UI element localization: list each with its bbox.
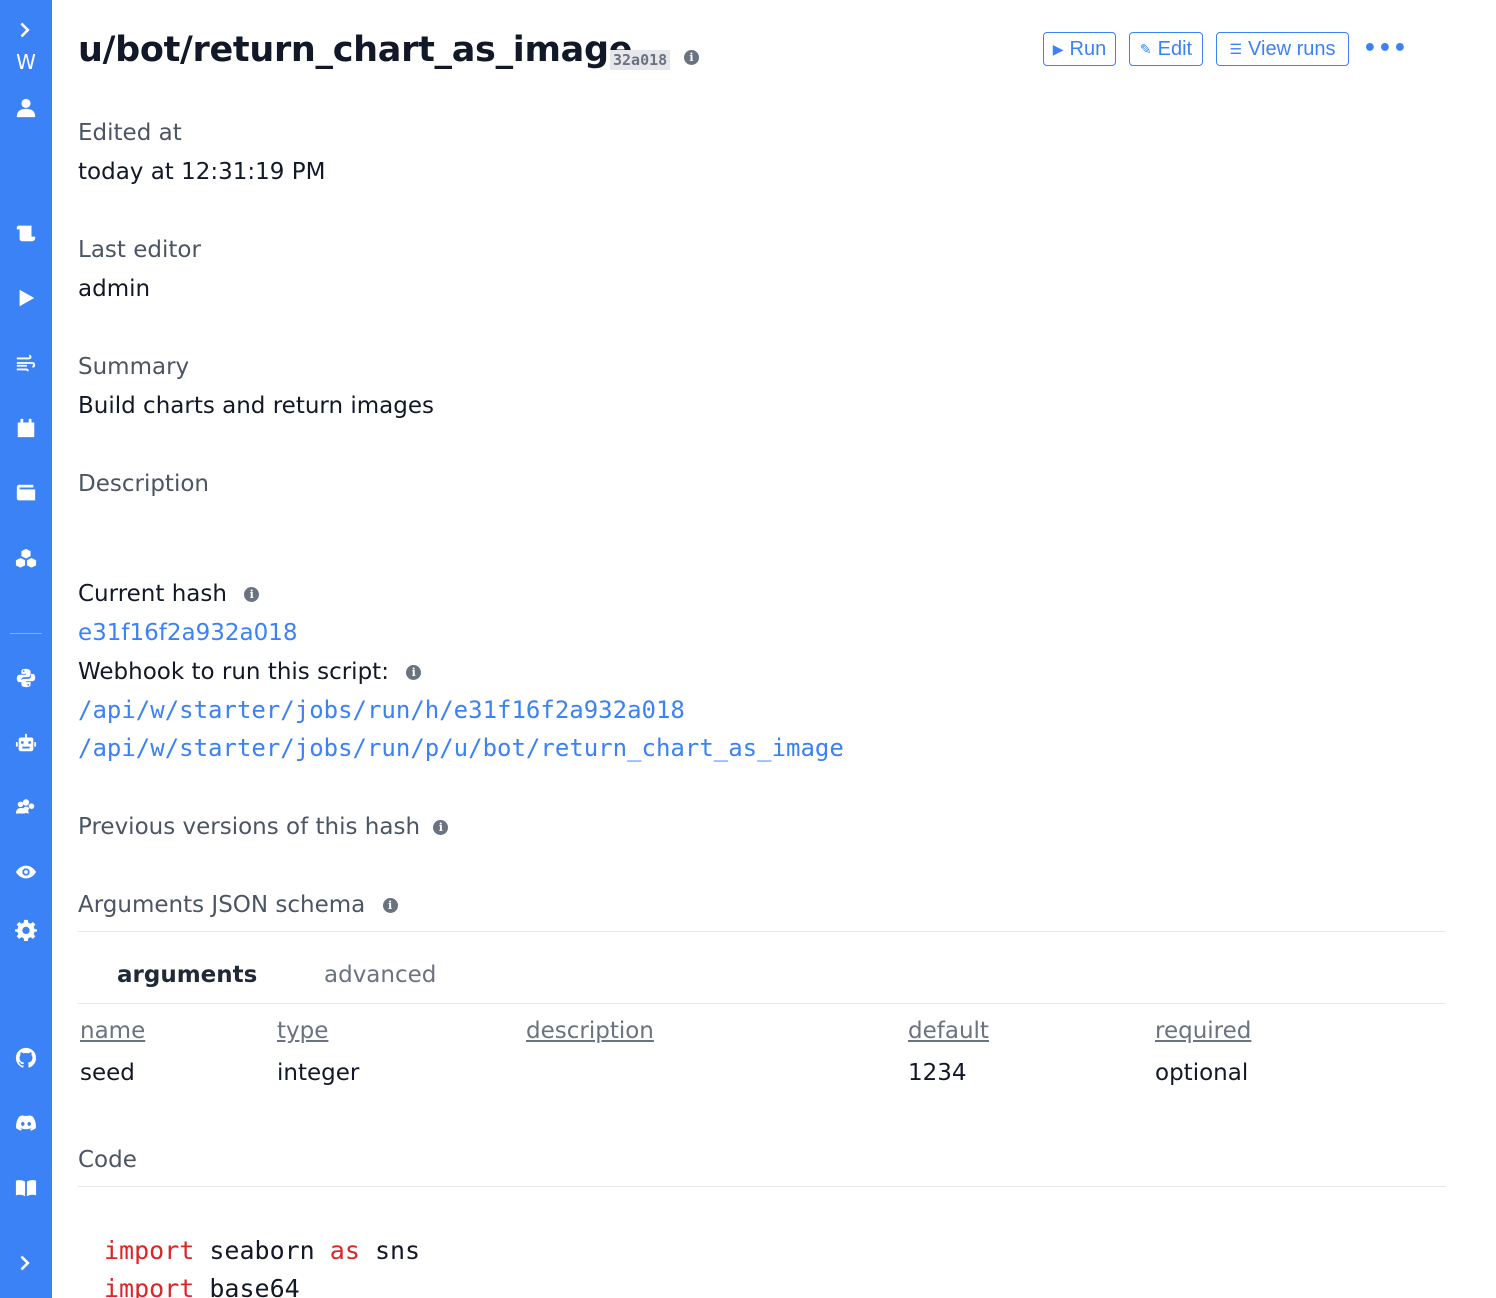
- play-icon: ▶: [1052, 40, 1064, 57]
- webhook-label-text: Webhook to run this script:: [78, 659, 389, 685]
- nav-flows[interactable]: [0, 343, 52, 383]
- nav-scripts-python[interactable]: [0, 658, 52, 698]
- chevron-right-icon: [20, 1255, 30, 1271]
- wind-icon: [16, 354, 36, 372]
- info-icon[interactable]: i: [684, 50, 699, 65]
- view-runs-button-label: View runs: [1248, 37, 1336, 60]
- code-text: sns: [359, 1236, 421, 1265]
- info-icon[interactable]: i: [382, 898, 398, 913]
- last-editor-label: Last editor: [78, 237, 201, 263]
- code-label: Code: [78, 1147, 137, 1173]
- cell-type: integer: [277, 1060, 360, 1086]
- nav-resources[interactable]: [0, 473, 52, 513]
- calendar-icon: [17, 418, 35, 438]
- run-button[interactable]: ▶ Run: [1043, 32, 1116, 66]
- column-header-description: description: [526, 1018, 654, 1044]
- code-text: base64: [194, 1274, 300, 1298]
- nav-groups[interactable]: [0, 788, 52, 828]
- cubes-icon: [15, 548, 37, 568]
- code-line: import seaborn as sns: [104, 1236, 420, 1265]
- column-header-default: default: [908, 1018, 989, 1044]
- nav-audit[interactable]: [0, 852, 52, 892]
- discord-link[interactable]: [0, 1103, 52, 1143]
- info-icon[interactable]: i: [433, 820, 449, 835]
- webhook-path-url[interactable]: /api/w/starter/jobs/run/p/u/bot/return_c…: [78, 734, 844, 762]
- workspace-letter[interactable]: W: [0, 50, 52, 74]
- code-divider: [78, 1186, 1446, 1187]
- python-icon: [16, 668, 36, 688]
- tabs-divider: [78, 1003, 1446, 1004]
- summary-value: Build charts and return images: [78, 393, 434, 419]
- user-menu-button[interactable]: [0, 88, 52, 128]
- current-hash-label: Current hash i: [78, 581, 260, 607]
- cell-required: optional: [1155, 1060, 1249, 1086]
- scroll-icon: [16, 225, 36, 242]
- cell-default: 1234: [908, 1060, 967, 1086]
- code-keyword: as: [329, 1236, 360, 1265]
- info-icon[interactable]: i: [244, 587, 260, 602]
- wallet-icon: [16, 484, 36, 501]
- divider: [78, 931, 1446, 932]
- nav-runs[interactable]: [0, 278, 52, 318]
- discord-icon: [16, 1115, 36, 1131]
- nav-scripts[interactable]: [0, 213, 52, 253]
- more-options-button[interactable]: •••: [1363, 38, 1408, 60]
- cell-name: seed: [80, 1060, 135, 1086]
- code-keyword: import: [104, 1274, 195, 1298]
- github-link[interactable]: [0, 1038, 52, 1078]
- edited-at-label: Edited at: [78, 120, 182, 146]
- webhook-hash-url[interactable]: /api/w/starter/jobs/run/h/e31f16f2a932a0…: [78, 696, 685, 724]
- gear-icon: [15, 919, 37, 941]
- book-icon: [15, 1180, 37, 1197]
- code-line: import base64: [104, 1274, 300, 1298]
- chevron-right-icon: [20, 22, 30, 38]
- description-label: Description: [78, 471, 209, 497]
- expand-sidebar-button[interactable]: [0, 10, 52, 50]
- nav-schedules[interactable]: [0, 408, 52, 448]
- previous-versions-label: Previous versions of this hash i: [78, 814, 449, 840]
- edited-at-value: today at 12:31:19 PM: [78, 159, 326, 185]
- summary-label: Summary: [78, 354, 190, 380]
- page-title: u/bot/return_chart_as_image: [78, 30, 633, 70]
- tab-arguments[interactable]: arguments: [117, 962, 257, 988]
- edit-button[interactable]: ✎ Edit: [1129, 32, 1203, 66]
- github-icon: [15, 1047, 37, 1068]
- robot-icon: [15, 733, 37, 752]
- play-icon: [19, 289, 35, 307]
- tab-advanced[interactable]: advanced: [324, 962, 436, 988]
- nav-hub[interactable]: [0, 538, 52, 578]
- arguments-schema-label-text: Arguments JSON schema: [78, 892, 366, 918]
- expand-sidebar-bottom-button[interactable]: [0, 1243, 52, 1283]
- view-runs-button[interactable]: ☰ View runs: [1216, 32, 1349, 66]
- info-icon[interactable]: i: [406, 665, 422, 680]
- current-hash-link[interactable]: e31f16f2a932a018: [78, 620, 298, 646]
- sidebar: W: [0, 0, 52, 1298]
- run-button-label: Run: [1069, 37, 1107, 60]
- nav-workers[interactable]: [0, 723, 52, 763]
- sidebar-divider: [10, 633, 42, 634]
- nav-settings[interactable]: [0, 910, 52, 950]
- current-hash-label-text: Current hash: [78, 581, 227, 607]
- webhook-label: Webhook to run this script: i: [78, 659, 422, 685]
- arguments-schema-label: Arguments JSON schema i: [78, 892, 398, 918]
- previous-versions-label-text: Previous versions of this hash: [78, 814, 421, 840]
- column-header-type: type: [277, 1018, 329, 1044]
- eye-icon: [15, 865, 37, 879]
- user-icon: [16, 98, 36, 118]
- hash-badge: 32a018: [610, 50, 671, 70]
- code-text: seaborn: [194, 1236, 330, 1265]
- code-keyword: import: [104, 1236, 195, 1265]
- docs-link[interactable]: [0, 1168, 52, 1208]
- users-cog-icon: [15, 799, 35, 814]
- column-header-name: name: [80, 1018, 146, 1044]
- column-header-required: required: [1155, 1018, 1252, 1044]
- edit-icon: ✎: [1139, 40, 1152, 57]
- list-icon: ☰: [1229, 40, 1243, 57]
- last-editor-value: admin: [78, 276, 151, 302]
- edit-button-label: Edit: [1157, 37, 1193, 60]
